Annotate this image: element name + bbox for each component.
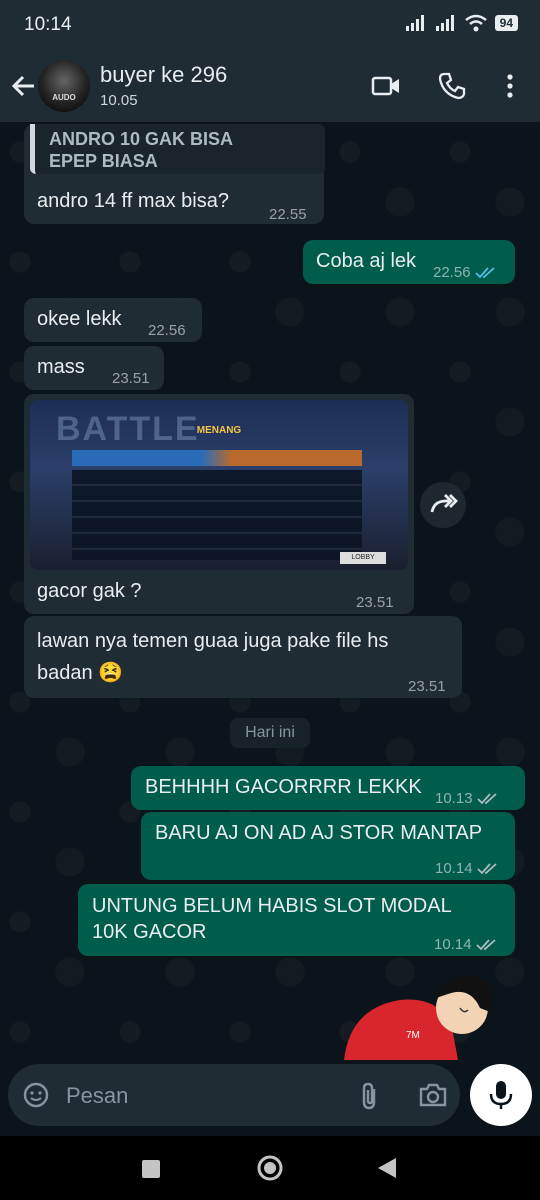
message-text: gacor gak ? bbox=[37, 580, 142, 602]
game-score-rows bbox=[72, 470, 362, 560]
message-text: lawan nya temen guaa juga pake file hs b… bbox=[37, 630, 389, 684]
home-icon[interactable] bbox=[256, 1154, 284, 1182]
message-time: 22.56 bbox=[433, 260, 497, 286]
game-title: MENANG bbox=[196, 425, 242, 436]
more-options-icon[interactable] bbox=[494, 70, 526, 102]
camera-icon[interactable] bbox=[418, 1082, 448, 1108]
status-time: 10:14 bbox=[24, 14, 72, 35]
signal-icon bbox=[405, 15, 424, 31]
signal-icon-2 bbox=[435, 15, 454, 31]
message-bubble-in[interactable]: ANDRO 10 GAK BISA EPEP BIASA andro 14 ff… bbox=[24, 124, 325, 224]
microphone-icon bbox=[489, 1081, 513, 1109]
sticker-image[interactable]: 7M bbox=[340, 968, 500, 1060]
sticker-emoji-icon[interactable] bbox=[22, 1081, 50, 1109]
message-time: 10.14 bbox=[434, 932, 498, 958]
delivered-tick-icon bbox=[475, 939, 496, 951]
status-icons: 94 bbox=[405, 14, 518, 32]
delivered-tick-icon bbox=[476, 793, 497, 805]
message-time: 10.13 bbox=[435, 786, 499, 812]
date-separator: Hari ini bbox=[230, 718, 310, 748]
message-text: Coba aj lek bbox=[316, 250, 417, 272]
message-text: UNTUNG BELUM HABIS SLOT MODAL 10K GACOR bbox=[92, 895, 452, 943]
message-time: 23.51 bbox=[112, 370, 150, 387]
game-result-screenshot[interactable]: BATTLE MENANG LOBBY bbox=[30, 400, 408, 570]
back-nav-icon[interactable] bbox=[376, 1156, 398, 1180]
message-time: 22.55 bbox=[269, 206, 307, 223]
message-bubble-out[interactable]: BEHHHH GACORRRR LEKKK 10.13 bbox=[131, 766, 525, 810]
message-bubble-out[interactable]: UNTUNG BELUM HABIS SLOT MODAL 10K GACOR … bbox=[78, 884, 515, 956]
message-text: BEHHHH GACORRRR LEKKK bbox=[145, 776, 422, 798]
message-input-bar[interactable]: Pesan bbox=[8, 1064, 460, 1126]
message-bubble-in[interactable]: mass 23.51 bbox=[24, 346, 164, 390]
attach-icon[interactable] bbox=[358, 1081, 382, 1111]
video-call-icon[interactable] bbox=[370, 70, 402, 102]
back-arrow-icon[interactable] bbox=[8, 70, 40, 102]
message-time: 23.51 bbox=[408, 678, 446, 695]
message-text: andro 14 ff max bisa? bbox=[37, 190, 229, 212]
game-score-bar bbox=[72, 450, 362, 466]
voice-message-button[interactable] bbox=[470, 1064, 532, 1126]
avatar-text: AUDO bbox=[52, 93, 76, 102]
battery-icon: 94 bbox=[494, 15, 518, 31]
contact-name[interactable]: buyer ke 296 bbox=[100, 62, 227, 88]
read-tick-icon bbox=[474, 267, 495, 279]
message-bubble-in[interactable]: BATTLE MENANG LOBBY gacor gak ? 23.51 bbox=[24, 394, 414, 614]
message-bubble-in[interactable]: lawan nya temen guaa juga pake file hs b… bbox=[24, 616, 462, 698]
avatar[interactable]: AUDO bbox=[38, 60, 90, 112]
message-time: 22.56 bbox=[148, 322, 186, 339]
system-nav-bar bbox=[0, 1136, 540, 1200]
quoted-message[interactable]: ANDRO 10 GAK BISA EPEP BIASA bbox=[30, 124, 325, 174]
message-bubble-out[interactable]: Coba aj lek 22.56 bbox=[303, 240, 515, 284]
recents-icon[interactable] bbox=[140, 1158, 162, 1180]
message-text: okee lekk bbox=[37, 308, 122, 330]
voice-call-icon[interactable] bbox=[436, 70, 468, 102]
forward-button[interactable] bbox=[420, 482, 466, 528]
chat-header: AUDO buyer ke 296 10.05 bbox=[0, 52, 540, 122]
message-bubble-out[interactable]: BARU AJ ON AD AJ STOR MANTAP 10.14 bbox=[141, 812, 515, 880]
wifi-icon bbox=[464, 14, 487, 32]
message-text: mass bbox=[37, 356, 85, 378]
forward-icon bbox=[430, 494, 458, 513]
quoted-text: ANDRO 10 GAK BISA EPEP BIASA bbox=[49, 129, 234, 171]
message-time: 23.51 bbox=[356, 594, 394, 611]
delivered-tick-icon bbox=[476, 863, 497, 875]
message-bubble-in[interactable]: okee lekk 22.56 bbox=[24, 298, 202, 342]
message-time: 10.14 bbox=[435, 856, 499, 882]
game-lobby-button: LOBBY bbox=[340, 552, 386, 564]
last-seen: 10.05 bbox=[100, 92, 138, 109]
message-input-placeholder[interactable]: Pesan bbox=[66, 1083, 128, 1109]
message-text: BARU AJ ON AD AJ STOR MANTAP bbox=[155, 822, 483, 844]
svg-text:7M: 7M bbox=[406, 1030, 420, 1041]
status-bar: 10:14 94 bbox=[0, 0, 540, 52]
